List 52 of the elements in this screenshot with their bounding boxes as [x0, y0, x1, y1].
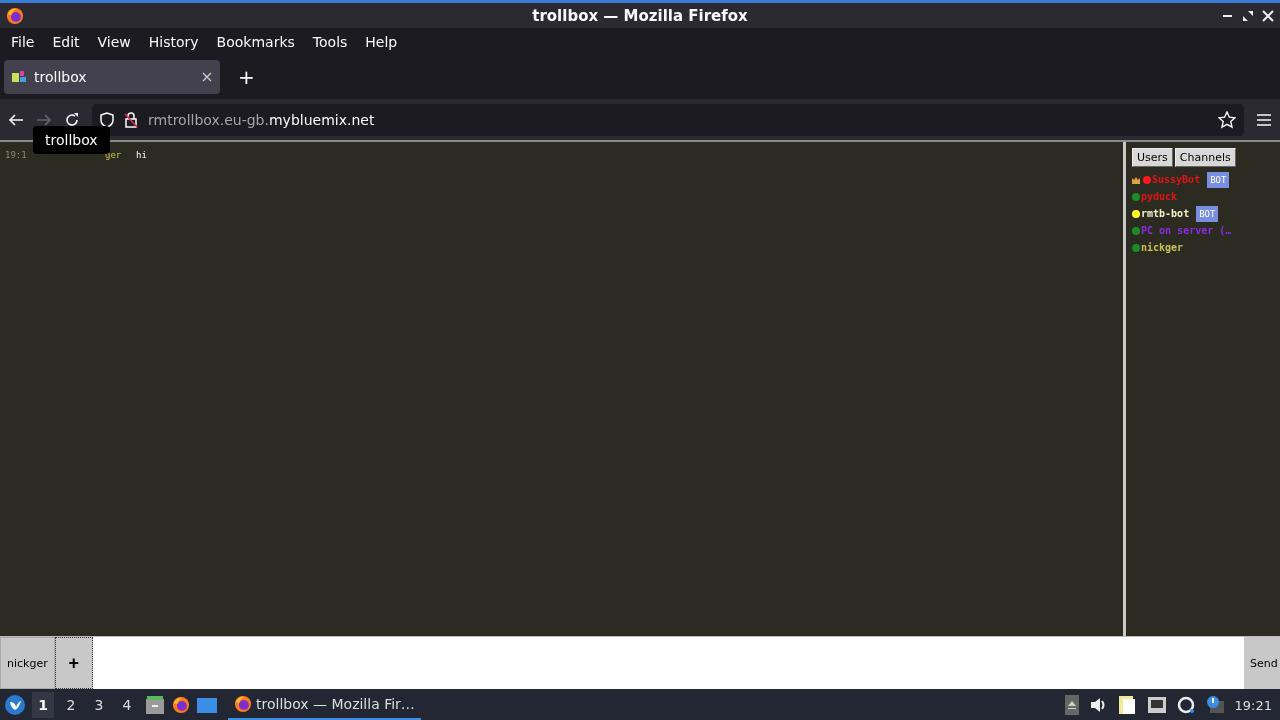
taskbar-task[interactable]: trollbox — Mozilla Fir… [228, 690, 421, 720]
sidebar-tab[interactable]: Users [1132, 148, 1173, 167]
menu-item[interactable]: View [90, 33, 138, 50]
star-icon[interactable] [1218, 110, 1236, 129]
address-bar[interactable]: rmtrollbox.eu-gb.mybluemix.net [92, 103, 1244, 136]
workspace-button[interactable]: 4 [116, 692, 138, 718]
sync-icon[interactable] [1176, 696, 1195, 714]
file-cabinet-icon[interactable] [144, 695, 166, 715]
clock: 19:21 [1234, 697, 1272, 713]
url-text: rmtrollbox.eu-gb.mybluemix.net [148, 111, 375, 128]
maximize-icon[interactable] [1242, 9, 1254, 22]
sidebar-tab[interactable]: Channels [1174, 148, 1236, 167]
send-button[interactable]: Send [1244, 637, 1280, 689]
back-icon[interactable] [8, 111, 24, 128]
menu-item[interactable]: History [141, 33, 206, 50]
eject-icon[interactable] [1064, 695, 1079, 715]
menu-item[interactable]: Help [358, 33, 405, 50]
new-tab-button[interactable]: + [232, 65, 261, 89]
user-name[interactable]: rmtb-bot [1141, 208, 1190, 219]
menu-item[interactable]: File [4, 33, 42, 50]
speaker-icon[interactable] [1088, 696, 1107, 714]
message-text: hi [136, 150, 147, 160]
close-icon[interactable] [202, 72, 212, 82]
network-icon[interactable] [1146, 696, 1167, 714]
menu-item[interactable]: Tools [305, 33, 355, 50]
menu-item[interactable]: Edit [45, 33, 87, 50]
insecure-lock-icon[interactable] [124, 111, 138, 128]
user-name[interactable]: nickger [1141, 242, 1184, 253]
message-time: 19:1 [5, 150, 28, 160]
workspace-button[interactable]: 3 [88, 692, 110, 718]
alert-icon[interactable] [1204, 695, 1225, 715]
site-icon [12, 70, 28, 84]
firefox-icon [172, 696, 190, 714]
browser-tab[interactable]: trollbox [4, 60, 220, 94]
window-icon[interactable] [196, 696, 218, 714]
nick-button[interactable]: nickger [0, 637, 55, 689]
menu-item[interactable]: Bookmarks [209, 33, 302, 50]
firefox-icon [234, 695, 252, 713]
workspace-button[interactable]: 2 [60, 692, 82, 718]
workspace-button[interactable]: 1 [32, 692, 54, 718]
forward-icon[interactable] [36, 111, 52, 128]
firefox-icon [6, 6, 24, 25]
bot-badge: BOT [1207, 171, 1230, 188]
reload-icon[interactable] [64, 111, 80, 128]
bot-badge: BOT [1196, 205, 1219, 222]
window-title: trollbox — Mozilla Firefox [532, 6, 748, 25]
start-menu-icon[interactable] [4, 694, 26, 716]
add-button[interactable]: + [54, 637, 93, 689]
shield-icon[interactable] [100, 111, 114, 128]
notes-icon[interactable] [1116, 695, 1137, 715]
tooltip: trollbox [33, 126, 110, 154]
menu-icon[interactable] [1256, 112, 1272, 127]
